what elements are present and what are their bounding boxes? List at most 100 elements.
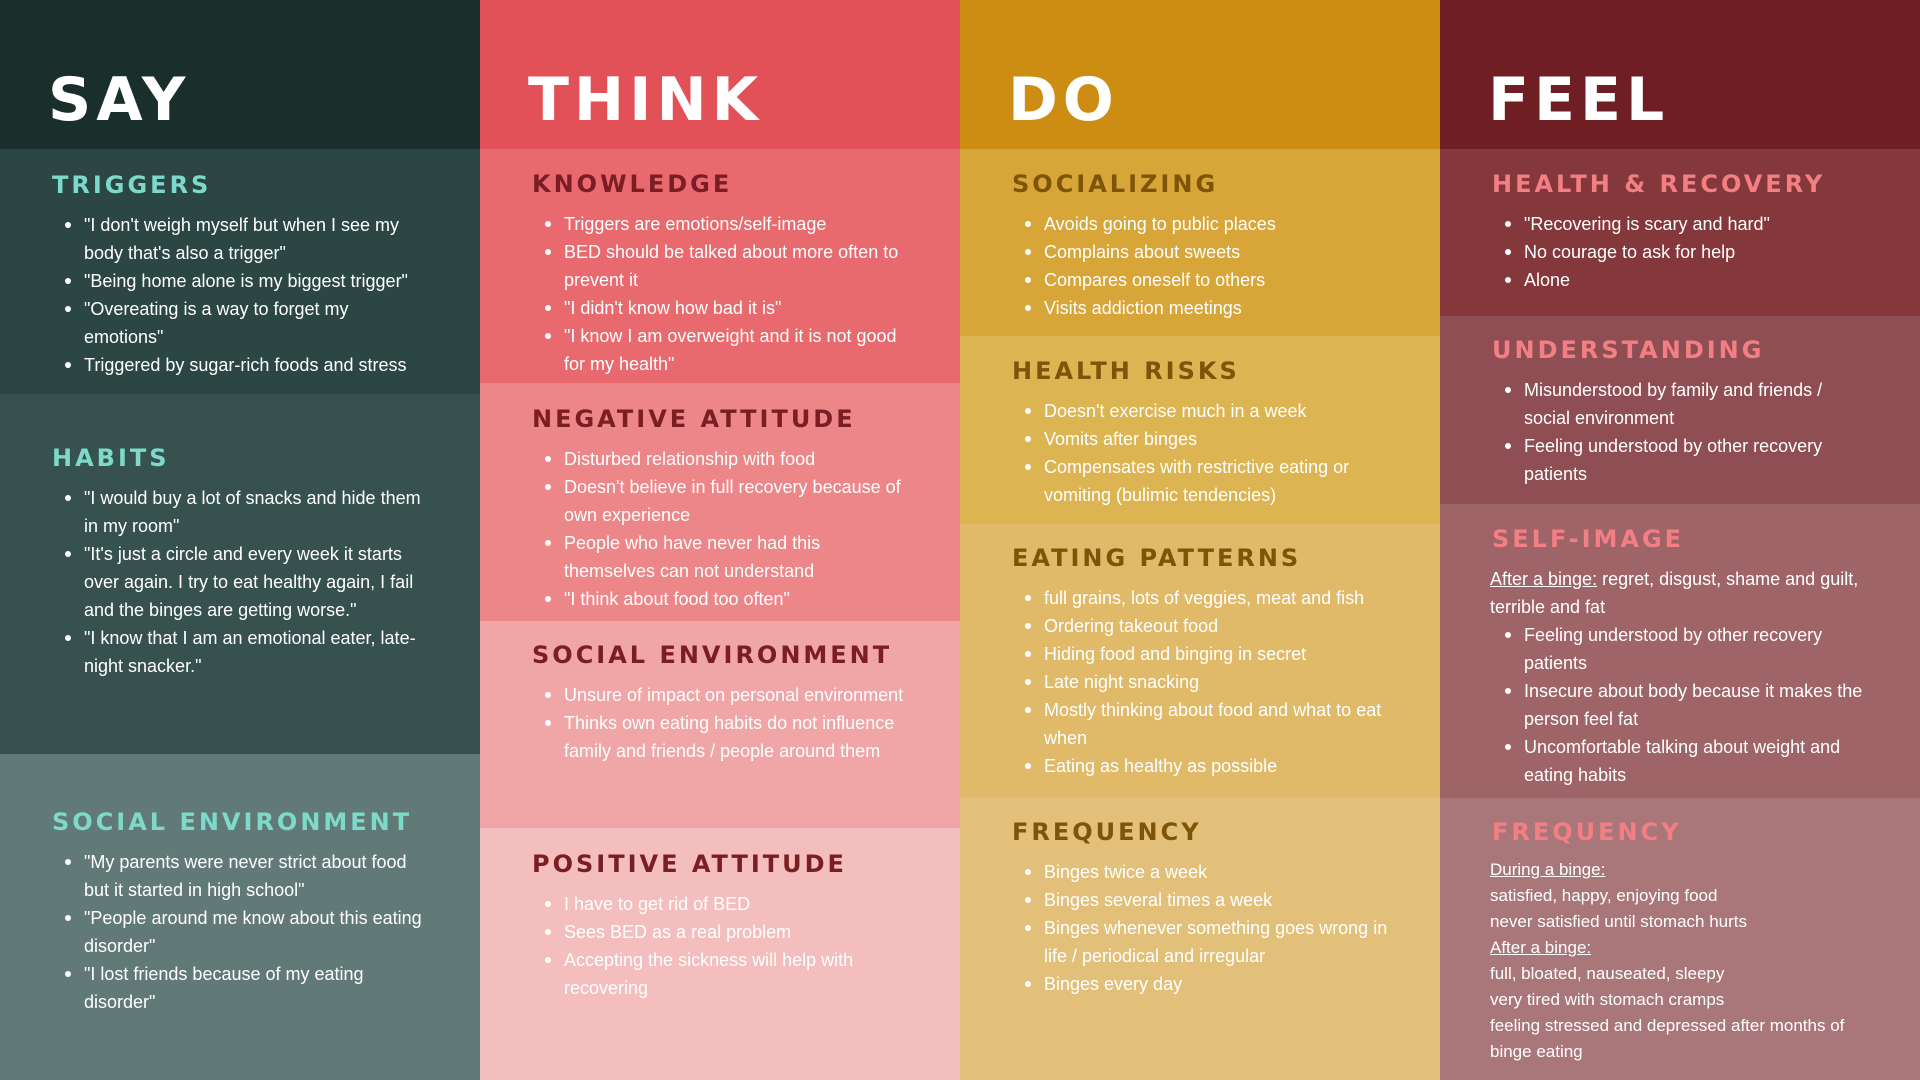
list-item: I have to get rid of BED	[532, 890, 910, 918]
list-item: Uncomfortable talking about weight and e…	[1492, 733, 1870, 789]
list-item: "I lost friends because of my eating dis…	[52, 960, 430, 1016]
list-item: Triggered by sugar-rich foods and stress	[52, 351, 430, 379]
list-item: Doesn't believe in full recovery because…	[532, 473, 910, 529]
say-header: SAY	[0, 0, 480, 149]
list-item: "I know that I am an emotional eater, la…	[52, 624, 430, 680]
list-item: Compensates with restrictive eating or v…	[1012, 453, 1390, 509]
say-habits-list: "I would buy a lot of snacks and hide th…	[52, 484, 430, 680]
think-title: THINK	[528, 65, 764, 135]
feel-selfimage-title: SELF-IMAGE	[1492, 525, 1685, 553]
list-item: BED should be talked about more often to…	[532, 238, 910, 294]
feel-header: FEEL	[1440, 0, 1920, 149]
say-triggers-title: TRIGGERS	[52, 171, 212, 199]
do-frequency-title: FREQUENCY	[1012, 818, 1202, 846]
list-item: Late night snacking	[1012, 668, 1390, 696]
think-positive-section: POSITIVE ATTITUDE I have to get rid of B…	[480, 828, 960, 1080]
do-socializing-list: Avoids going to public places Complains a…	[1012, 210, 1390, 322]
list-item: "Overeating is a way to forget my emotio…	[52, 295, 430, 351]
think-social-title: SOCIAL ENVIRONMENT	[532, 641, 893, 669]
do-eating-list: full grains, lots of veggies, meat and f…	[1012, 584, 1390, 780]
think-knowledge-section: KNOWLEDGE Triggers are emotions/self-ima…	[480, 149, 960, 383]
list-item: Binges whenever something goes wrong in …	[1012, 914, 1390, 970]
do-eating-section: EATING PATTERNS full grains, lots of veg…	[960, 524, 1440, 798]
list-item: Compares oneself to others	[1012, 266, 1390, 294]
list-item: Vomits after binges	[1012, 425, 1390, 453]
list-item: People who have never had this themselve…	[532, 529, 910, 585]
feel-understanding-list: Misunderstood by family and friends / so…	[1492, 376, 1870, 488]
think-social-section: SOCIAL ENVIRONMENT Unsure of impact on p…	[480, 621, 960, 828]
list-item: "People around me know about this eating…	[52, 904, 430, 960]
during-binge-label: During a binge:	[1490, 860, 1606, 879]
think-header: THINK	[480, 0, 960, 149]
list-item: "I know I am overweight and it is not go…	[532, 322, 910, 378]
text-line: very tired with stomach cramps	[1490, 990, 1725, 1009]
list-item: full grains, lots of veggies, meat and f…	[1012, 584, 1390, 612]
list-item: Sees BED as a real problem	[532, 918, 910, 946]
list-item: "My parents were never strict about food…	[52, 848, 430, 904]
list-item: Binges several times a week	[1012, 886, 1390, 914]
list-item: Triggers are emotions/self-image	[532, 210, 910, 238]
think-positive-list: I have to get rid of BED Sees BED as a re…	[532, 890, 910, 1002]
list-item: Unsure of impact on personal environment	[532, 681, 910, 709]
say-column: SAY TRIGGERS "I don't weigh myself but w…	[0, 0, 480, 1080]
list-item: Disturbed relationship with food	[532, 445, 910, 473]
think-negative-list: Disturbed relationship with food Doesn't …	[532, 445, 910, 613]
think-social-list: Unsure of impact on personal environment…	[532, 681, 910, 765]
say-title: SAY	[48, 65, 191, 135]
do-frequency-section: FREQUENCY Binges twice a week Binges seve…	[960, 798, 1440, 1080]
during-binge-lines: satisfied, happy, enjoying food never sat…	[1490, 883, 1870, 935]
think-negative-section: NEGATIVE ATTITUDE Disturbed relationship…	[480, 383, 960, 621]
text-line: full, bloated, nauseated, sleepy	[1490, 964, 1725, 983]
do-frequency-list: Binges twice a week Binges several times …	[1012, 858, 1390, 998]
do-title: DO	[1008, 65, 1119, 135]
feel-understanding-section: UNDERSTANDING Misunderstood by family an…	[1440, 316, 1920, 504]
list-item: Mostly thinking about food and what to e…	[1012, 696, 1390, 752]
list-item: No courage to ask for help	[1492, 238, 1870, 266]
list-item: Feeling understood by other recovery pat…	[1492, 432, 1870, 488]
list-item: Feeling understood by other recovery pat…	[1492, 621, 1870, 677]
feel-frequency-title: FREQUENCY	[1492, 818, 1682, 846]
selfimage-after-label: After a binge:	[1490, 569, 1598, 589]
list-item: "I would buy a lot of snacks and hide th…	[52, 484, 430, 540]
say-habits-section: HABITS "I would buy a lot of snacks and …	[0, 394, 480, 754]
do-health-list: Doesn't exercise much in a week Vomits af…	[1012, 397, 1390, 509]
do-eating-title: EATING PATTERNS	[1012, 544, 1302, 572]
list-item: Binges every day	[1012, 970, 1390, 998]
feel-title: FEEL	[1488, 65, 1670, 135]
list-item: Hiding food and binging in secret	[1012, 640, 1390, 668]
say-habits-title: HABITS	[52, 444, 170, 472]
think-positive-title: POSITIVE ATTITUDE	[532, 850, 847, 878]
feel-health-section: HEALTH & RECOVERY "Recovering is scary a…	[1440, 149, 1920, 316]
list-item: Visits addiction meetings	[1012, 294, 1390, 322]
do-health-section: HEALTH RISKS Doesn't exercise much in a …	[960, 336, 1440, 524]
say-social-section: SOCIAL ENVIRONMENT "My parents were neve…	[0, 754, 480, 1080]
list-item: "I didn't know how bad it is"	[532, 294, 910, 322]
text-line: feeling stressed and depressed after mon…	[1490, 1016, 1845, 1061]
feel-understanding-title: UNDERSTANDING	[1492, 336, 1765, 364]
list-item: "I think about food too often"	[532, 585, 910, 613]
do-column: DO SOCIALIZING Avoids going to public pl…	[960, 0, 1440, 1080]
list-item: Eating as healthy as possible	[1012, 752, 1390, 780]
list-item: "I don't weigh myself but when I see my …	[52, 211, 430, 267]
feel-health-list: "Recovering is scary and hard" No courage…	[1492, 210, 1870, 294]
do-health-title: HEALTH RISKS	[1012, 357, 1240, 385]
feel-selfimage-section: SELF-IMAGE After a binge: regret, disgus…	[1440, 504, 1920, 798]
list-item: "It's just a circle and every week it st…	[52, 540, 430, 624]
after-binge-label: After a binge:	[1490, 938, 1592, 957]
text-line: never satisfied until stomach hurts	[1490, 912, 1748, 931]
do-header: DO	[960, 0, 1440, 149]
feel-column: FEEL HEALTH & RECOVERY "Recovering is sc…	[1440, 0, 1920, 1080]
list-item: Alone	[1492, 266, 1870, 294]
list-item: Insecure about body because it makes the…	[1492, 677, 1870, 733]
list-item: Doesn't exercise much in a week	[1012, 397, 1390, 425]
say-triggers-list: "I don't weigh myself but when I see my …	[52, 211, 430, 379]
list-item: Binges twice a week	[1012, 858, 1390, 886]
think-knowledge-list: Triggers are emotions/self-image BED shou…	[532, 210, 910, 378]
list-item: Accepting the sickness will help with re…	[532, 946, 910, 1002]
frequency-feelings: During a binge: satisfied, happy, enjoyi…	[1490, 857, 1870, 1065]
list-item: Thinks own eating habits do not influenc…	[532, 709, 910, 765]
list-item: Ordering takeout food	[1012, 612, 1390, 640]
text-line: satisfied, happy, enjoying food	[1490, 886, 1718, 905]
say-social-title: SOCIAL ENVIRONMENT	[52, 808, 413, 836]
say-social-list: "My parents were never strict about food…	[52, 848, 430, 1016]
